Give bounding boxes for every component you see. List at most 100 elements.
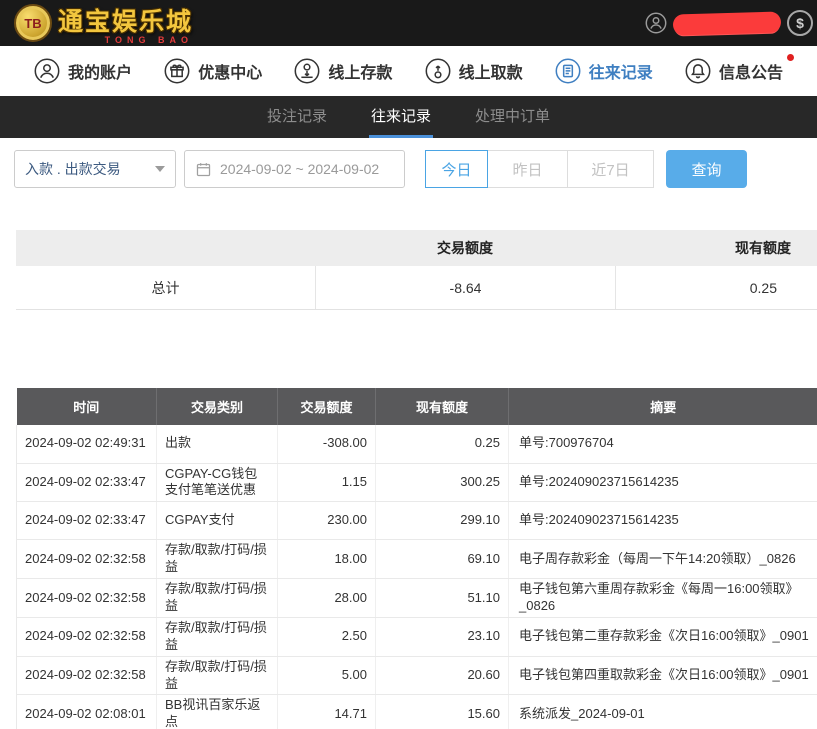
records-table: 时间交易类别交易额度现有额度摘要 2024-09-02 02:49:31出款-3… [16, 388, 817, 729]
user-avatar-icon[interactable] [645, 12, 667, 34]
table-cell: 14.71 [278, 695, 376, 729]
table-cell: 单号:700976704 [509, 425, 817, 463]
records-header-row: 时间交易类别交易额度现有额度摘要 [17, 388, 817, 425]
notification-dot [787, 54, 794, 61]
summary-total-row: 总计 -8.64 0.25 [16, 266, 817, 310]
search-button[interactable]: 查询 [666, 150, 747, 188]
column-header: 摘要 [509, 388, 817, 425]
column-header: 交易额度 [278, 388, 376, 425]
tab-processing-orders[interactable]: 处理中订单 [473, 96, 552, 138]
table-cell: 2024-09-02 02:32:58 [17, 656, 157, 695]
summary-transaction-total: -8.64 [315, 266, 615, 309]
table-cell: 230.00 [278, 502, 376, 540]
nav-item-online-withdrawal[interactable]: 线上取款 [425, 58, 523, 84]
nav-item-transaction-records[interactable]: 往来记录 [555, 58, 653, 84]
gift-circle-icon [164, 58, 190, 84]
table-cell: 20.60 [376, 656, 509, 695]
table-cell: 2.50 [278, 617, 376, 656]
table-cell: BB视讯百家乐返点 [157, 695, 278, 729]
table-cell: 存款/取款/打码/损益 [157, 617, 278, 656]
filter-bar: 入款 . 出款交易 2024-09-02 ~ 2024-09-02 今日 昨日 … [14, 150, 803, 188]
table-cell: 51.10 [376, 579, 509, 618]
nav-label: 信息公告 [719, 59, 783, 83]
table-cell: 5.00 [278, 656, 376, 695]
table-cell: 2024-09-02 02:32:58 [17, 540, 157, 579]
table-row: 2024-09-02 02:49:31出款-308.000.25单号:70097… [17, 425, 817, 463]
table-cell: 系统派发_2024-09-01 [509, 695, 817, 729]
table-cell: 28.00 [278, 579, 376, 618]
table-cell: 电子周存款彩金（每周一下午14:20领取）_0826 [509, 540, 817, 579]
date-range-value: 2024-09-02 ~ 2024-09-02 [220, 161, 379, 177]
table-cell: 69.10 [376, 540, 509, 579]
table-row: 2024-09-02 02:32:58存款/取款/打码/损益18.0069.10… [17, 540, 817, 579]
table-cell: 15.60 [376, 695, 509, 729]
date-range-input[interactable]: 2024-09-02 ~ 2024-09-02 [184, 150, 405, 188]
table-cell: 单号:202409023715614235 [509, 502, 817, 540]
column-header: 时间 [17, 388, 157, 425]
summary-header-row: 交易额度 现有额度 [16, 230, 817, 266]
table-cell: 电子钱包第四重取款彩金《次日16:00领取》_0901 [509, 656, 817, 695]
records-section: 时间交易类别交易额度现有额度摘要 2024-09-02 02:49:31出款-3… [16, 388, 817, 729]
table-cell: 2024-09-02 02:33:47 [17, 502, 157, 540]
table-cell: 2024-09-02 02:49:31 [17, 425, 157, 463]
table-cell: CGPAY-CG钱包支付笔笔送优惠 [157, 463, 278, 502]
table-cell: 出款 [157, 425, 278, 463]
topbar: TB 通宝娱乐城 TONG BAO $ [0, 0, 817, 46]
tab-transaction-records[interactable]: 往来记录 [369, 96, 433, 138]
transaction-type-select[interactable]: 入款 . 出款交易 [14, 150, 176, 188]
bell-circle-icon [685, 58, 711, 84]
nav-label: 线上存款 [328, 59, 392, 83]
account-circle-icon [34, 58, 60, 84]
calendar-icon [195, 161, 212, 178]
yesterday-button[interactable]: 昨日 [488, 150, 568, 188]
table-cell: CGPAY支付 [157, 502, 278, 540]
records-body: 2024-09-02 02:49:31出款-308.000.25单号:70097… [17, 425, 817, 729]
table-row: 2024-09-02 02:33:47CGPAY支付230.00299.10单号… [17, 502, 817, 540]
balance-currency-icon[interactable]: $ [787, 10, 813, 36]
summary-table: 交易额度 现有额度 总计 -8.64 0.25 [16, 230, 817, 310]
username-redaction [673, 11, 782, 35]
table-cell: 存款/取款/打码/损益 [157, 579, 278, 618]
column-header: 现有额度 [376, 388, 509, 425]
nav-item-promotions[interactable]: 优惠中心 [164, 58, 262, 84]
table-cell: 23.10 [376, 617, 509, 656]
nav-item-my-account[interactable]: 我的账户 [34, 58, 132, 84]
nav-label: 我的账户 [68, 59, 132, 83]
summary-header-transaction: 交易额度 [315, 230, 615, 266]
nav-label: 优惠中心 [198, 59, 262, 83]
quick-range-group: 今日 昨日 近7日 [425, 150, 654, 188]
chevron-down-icon [155, 166, 165, 172]
deposit-circle-icon [294, 58, 320, 84]
topbar-right: $ [645, 10, 813, 36]
logo-subtitle: TONG BAO [58, 35, 193, 45]
nav-item-announcements[interactable]: 信息公告 [685, 58, 783, 84]
table-cell: 存款/取款/打码/损益 [157, 540, 278, 579]
logo-name: 通宝娱乐城 [58, 2, 193, 38]
table-cell: 2024-09-02 02:08:01 [17, 695, 157, 729]
nav-label: 往来记录 [589, 59, 653, 83]
summary-total-label: 总计 [16, 266, 315, 309]
table-cell: 0.25 [376, 425, 509, 463]
table-cell: 2024-09-02 02:33:47 [17, 463, 157, 502]
table-cell: 1.15 [278, 463, 376, 502]
table-cell: 300.25 [376, 463, 509, 502]
withdraw-circle-icon [425, 58, 451, 84]
nav-item-online-deposit[interactable]: 线上存款 [294, 58, 392, 84]
last7days-button[interactable]: 近7日 [568, 150, 654, 188]
logo-text: 通宝娱乐城 TONG BAO [58, 2, 193, 45]
records-circle-icon [555, 58, 581, 84]
tab-betting-records[interactable]: 投注记录 [265, 96, 329, 138]
select-value: 入款 . 出款交易 [25, 159, 121, 179]
table-cell: 电子钱包第六重周存款彩金《每周一16:00领取》_0826 [509, 579, 817, 618]
logo-coin-icon: TB [14, 4, 52, 42]
nav-label: 线上取款 [459, 59, 523, 83]
table-cell: 2024-09-02 02:32:58 [17, 617, 157, 656]
table-row: 2024-09-02 02:33:47CGPAY-CG钱包支付笔笔送优惠1.15… [17, 463, 817, 502]
today-button[interactable]: 今日 [425, 150, 488, 188]
summary-header-balance: 现有额度 [615, 230, 817, 266]
table-row: 2024-09-02 02:08:01BB视讯百家乐返点14.7115.60系统… [17, 695, 817, 729]
table-cell: 2024-09-02 02:32:58 [17, 579, 157, 618]
summary-header-empty [16, 230, 315, 266]
summary-balance-total: 0.25 [615, 266, 817, 309]
site-logo[interactable]: TB 通宝娱乐城 TONG BAO [14, 2, 193, 45]
